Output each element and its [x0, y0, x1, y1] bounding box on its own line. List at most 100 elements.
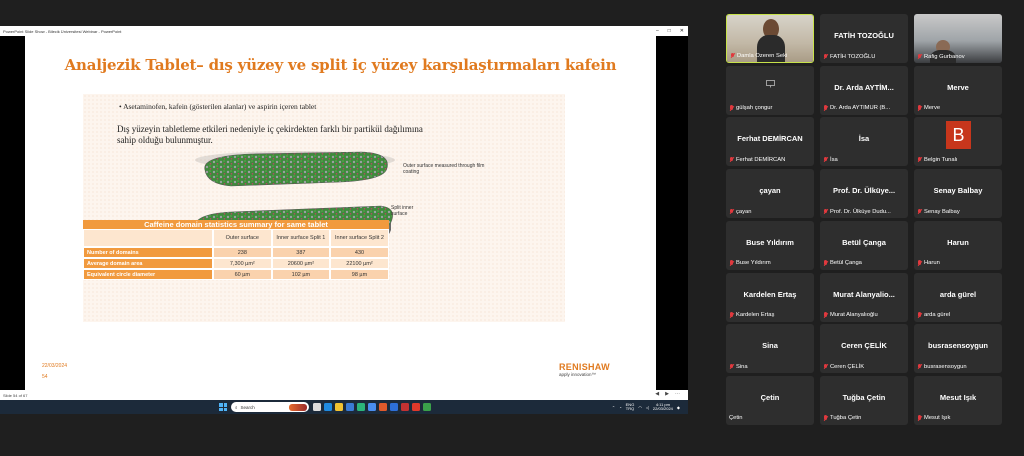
table-row: Number of domains 238 387 430: [83, 247, 389, 258]
participant-name: gülşah çongur: [736, 105, 773, 112]
network-icon[interactable]: ◔: [619, 405, 621, 410]
participant-tile[interactable]: Dr. Arda AYTİM... Dr. Arda AYTİMUR (B...: [820, 65, 908, 115]
participant-tile[interactable]: Çetin Çetin: [726, 375, 814, 425]
next-slide-icon[interactable]: ▶: [665, 391, 669, 397]
participant-name: Ceren ÇELİK: [830, 363, 865, 370]
table-row: Equivalent circle diameter 60 µm 102 µm …: [83, 269, 389, 280]
windows-start-icon[interactable]: [219, 403, 227, 411]
participant-display-name: çayan: [759, 186, 781, 196]
participant-tile[interactable]: Mesut Işık Mesut Işık: [914, 375, 1002, 425]
system-tray: ⌃ ◔ ENG TRQ ◠ ◁ 4:11 pm 22/03/2024 ◆: [612, 401, 680, 413]
maximize-icon[interactable]: □: [668, 28, 671, 34]
mic-muted-icon: [823, 156, 828, 163]
participant-name: busrasensoygun: [924, 363, 967, 370]
participant-tile[interactable]: gülşah çongur: [726, 65, 814, 115]
mic-muted-icon: [823, 105, 828, 111]
participant-tile[interactable]: Damla Ozeren Seki: [726, 14, 814, 63]
excel-icon[interactable]: [423, 403, 431, 411]
participant-display-name: İsa: [858, 134, 870, 144]
participant-tile[interactable]: Ferhat DEMİRCAN Ferhat DEMİRCAN: [726, 117, 814, 167]
participant-label: gülşah çongur: [729, 105, 812, 112]
participant-tile[interactable]: B Belgin Tunalı: [914, 117, 1002, 167]
participant-label: Prof. Dr. Ülküye Dudu...: [823, 208, 906, 215]
participant-tile[interactable]: Buse Yıldırım Buse Yıldırım: [726, 220, 814, 270]
mic-muted-icon: [917, 363, 922, 370]
participant-name: Betül Çanga: [830, 260, 862, 267]
participant-tile[interactable]: Murat Alanyalio... Murat Alanyalıoğlu: [820, 272, 908, 322]
mic-muted-icon: [729, 312, 734, 318]
row-label: Average domain area: [83, 258, 213, 269]
slide-number: 54: [42, 374, 48, 380]
app-icon[interactable]: [412, 403, 420, 411]
table-cell: 60 µm: [213, 269, 272, 280]
participant-tile[interactable]: Tuğba Çetin Tuğba Çetin: [820, 375, 908, 425]
powerpoint-icon[interactable]: [379, 403, 387, 411]
minimize-icon[interactable]: –: [656, 28, 659, 34]
caption-inner-surface: Split inner surface: [391, 205, 414, 217]
participant-tile[interactable]: busrasensoygun busrasensoygun: [914, 324, 1002, 374]
participant-label: Buse Yıldırım: [729, 260, 812, 267]
word-icon[interactable]: [390, 403, 398, 411]
participant-tile[interactable]: Rafig Gurbanov: [914, 14, 1002, 63]
chevron-up-icon[interactable]: ⌃: [612, 405, 615, 410]
menu-icon[interactable]: ⋯: [675, 391, 680, 397]
close-icon[interactable]: ✕: [680, 28, 684, 34]
participant-tile[interactable]: arda gürel arda gürel: [914, 272, 1002, 322]
participant-label: arda gürel: [917, 312, 1000, 319]
acrobat-icon[interactable]: [401, 403, 409, 411]
slide: Analjezik Tablet– dış yüzey ve split iç …: [25, 36, 656, 390]
language-indicator[interactable]: ENG TRQ: [626, 402, 635, 412]
store-icon[interactable]: [346, 403, 354, 411]
participant-tile[interactable]: Sina Sina: [726, 324, 814, 374]
participant-name: Senay Balbay: [924, 208, 960, 215]
mic-muted-icon: [917, 53, 922, 60]
clock[interactable]: 4:11 pm 22/03/2024: [653, 402, 673, 412]
wifi-icon[interactable]: ◠: [638, 405, 642, 410]
participant-label: Mesut Işık: [917, 415, 1000, 422]
participant-tile[interactable]: Prof. Dr. Ülküye... Prof. Dr. Ülküye Dudu…: [820, 169, 908, 219]
task-view-icon[interactable]: [313, 403, 321, 411]
taskbar-search[interactable]: ⌕ Search: [231, 402, 309, 412]
participant-tile[interactable]: Kardelen Ertaş Kardelen Ertaş: [726, 272, 814, 322]
participant-tile[interactable]: Merve Merve: [914, 65, 1002, 115]
participant-display-name: Kardelen Ertaş: [743, 289, 797, 299]
participant-tile[interactable]: İsa İsa: [820, 117, 908, 167]
slideshow-icon: [766, 79, 775, 88]
participant-label: Kardelen Ertaş: [729, 312, 812, 319]
participant-tile[interactable]: Senay Balbay Senay Balbay: [914, 169, 1002, 219]
participant-tile[interactable]: FATİH TOZOĞLU FATİH TOZOĞLU: [820, 14, 908, 63]
participant-display-name: Prof. Dr. Ülküye...: [832, 186, 896, 196]
volume-icon[interactable]: ◁: [646, 405, 649, 410]
participant-tile[interactable]: çayan çayan: [726, 169, 814, 219]
participant-tile[interactable]: Harun Harun: [914, 220, 1002, 270]
participant-label: Merve: [917, 105, 1000, 112]
column-header: Outer surface: [213, 229, 272, 247]
explorer-icon[interactable]: [335, 403, 343, 411]
mic-muted-icon: [729, 260, 734, 266]
zoom-icon[interactable]: [368, 403, 376, 411]
shared-screen: PowerPoint Slide Show - Bilecik Üniversi…: [0, 26, 688, 414]
participant-name: Prof. Dr. Ülküye Dudu...: [830, 208, 891, 215]
participant-display-name: busrasensoygun: [927, 341, 988, 351]
participant-tile[interactable]: Betül Çanga Betül Çanga: [820, 220, 908, 270]
prev-slide-icon[interactable]: ◀: [655, 391, 659, 397]
mic-muted-icon: [823, 53, 828, 60]
mic-muted-icon: [917, 260, 922, 266]
mic-muted-icon: [917, 208, 922, 215]
mic-muted-icon: [823, 260, 828, 266]
participant-name: Çetin: [729, 415, 743, 422]
meeting-window: PowerPoint Slide Show - Bilecik Üniversi…: [0, 0, 1024, 456]
participant-name: Belgin Tunalı: [924, 156, 958, 163]
notification-icon[interactable]: ◆: [677, 405, 680, 410]
participant-tile[interactable]: Ceren ÇELİK Ceren ÇELİK: [820, 324, 908, 374]
table-cell: 7,300 µm²: [213, 258, 272, 269]
participant-name: Murat Alanyalıoğlu: [830, 312, 878, 318]
mic-muted-icon: [823, 415, 828, 421]
table-cell: 20600 µm²: [271, 258, 331, 269]
participant-display-name: arda gürel: [939, 289, 977, 299]
participant-display-name: Senay Balbay: [933, 186, 983, 196]
slide-bullet: • Asetaminofen, kafein (gösterilen alanl…: [119, 102, 317, 111]
edge-icon[interactable]: [324, 403, 332, 411]
slideshow-status-bar: Slide 54 of 67 ◀ ▶ ⋯: [0, 390, 688, 400]
chrome-icon[interactable]: [357, 403, 365, 411]
